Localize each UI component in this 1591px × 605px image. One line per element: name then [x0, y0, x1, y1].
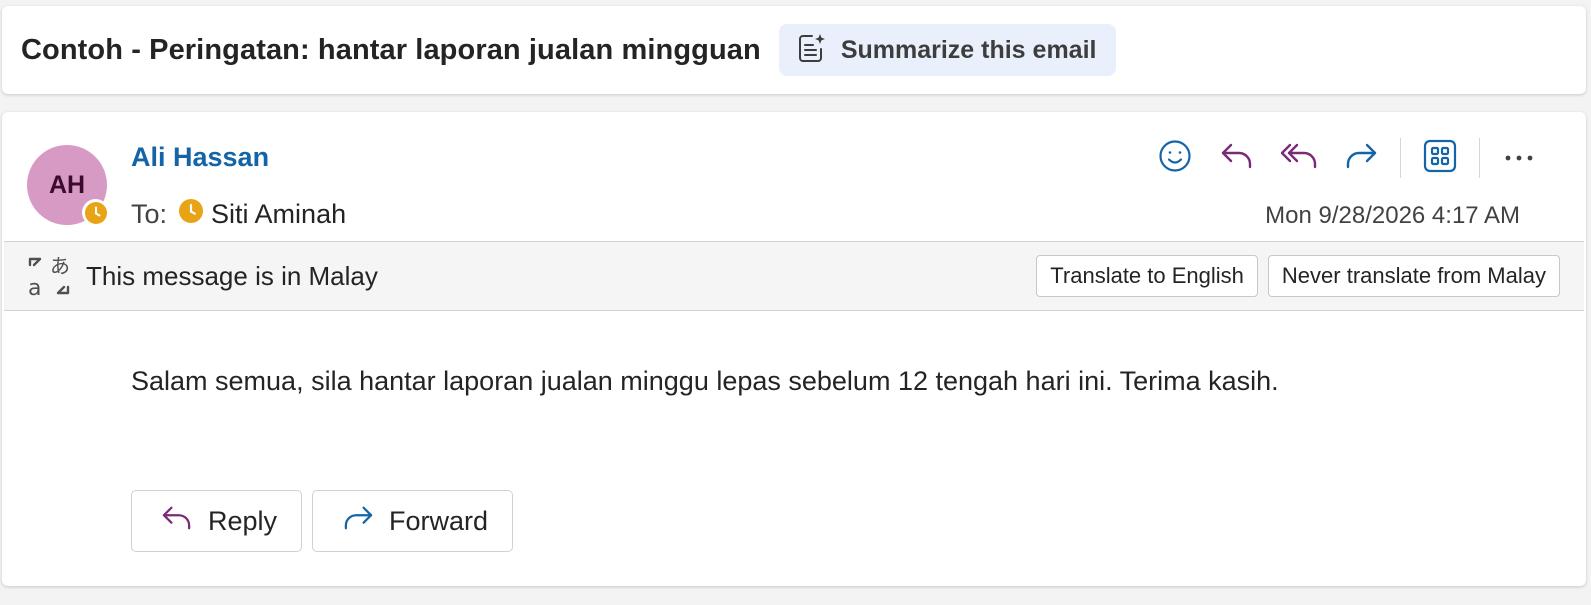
reply-button[interactable] [1214, 136, 1260, 180]
message-body: Salam semua, sila hantar laporan jualan … [131, 366, 1279, 396]
footer-forward-button[interactable]: Forward [312, 490, 514, 552]
presence-away-icon [179, 199, 204, 230]
forward-icon [341, 504, 375, 539]
reply-icon [160, 504, 194, 539]
presence-away-icon [82, 199, 109, 226]
sender-name[interactable]: Ali Hassan [131, 142, 269, 173]
subject-card: Contoh - Peringatan: hantar laporan jual… [2, 6, 1586, 94]
forward-label: Forward [389, 505, 489, 536]
reply-all-icon [1280, 141, 1318, 176]
translation-actions: Translate to English Never translate fro… [1036, 255, 1560, 297]
recipient[interactable]: Siti Aminah [179, 199, 346, 230]
message-card: AH Ali Hassan To: Siti Aminah Mon 9/28/2… [2, 112, 1586, 586]
copilot-summary-icon [795, 32, 827, 69]
translate-icon: あ a [26, 253, 72, 299]
translate-to-english-button[interactable]: Translate to English [1036, 255, 1258, 297]
footer-reply-button[interactable]: Reply [131, 490, 303, 552]
reply-icon [1219, 141, 1255, 176]
recipients-line: To: Siti Aminah [131, 199, 346, 230]
email-subject: Contoh - Peringatan: hantar laporan jual… [21, 33, 761, 66]
forward-icon [1343, 141, 1379, 176]
emoji-icon [1158, 139, 1192, 178]
more-icon [1504, 149, 1534, 167]
message-timestamp: Mon 9/28/2026 4:17 AM [1265, 202, 1520, 229]
translation-bar: あ a This message is in Malay Translate t… [4, 241, 1584, 311]
to-label: To: [131, 199, 168, 229]
svg-text:a: a [28, 276, 41, 299]
apps-button[interactable] [1417, 136, 1463, 180]
translation-message: This message is in Malay [86, 260, 378, 291]
message-actions [1152, 136, 1542, 180]
toolbar-divider [1400, 138, 1401, 178]
footer-actions: Reply Forward [131, 490, 514, 552]
never-translate-button[interactable]: Never translate from Malay [1267, 255, 1560, 297]
more-actions-button[interactable] [1496, 136, 1542, 180]
emoji-reaction-button[interactable] [1152, 136, 1198, 180]
reply-label: Reply [208, 505, 278, 536]
summarize-email-button[interactable]: Summarize this email [778, 24, 1117, 76]
forward-button[interactable] [1338, 136, 1384, 180]
toolbar-divider [1479, 138, 1480, 178]
apps-icon [1423, 139, 1457, 178]
svg-text:あ: あ [50, 254, 70, 278]
reply-all-button[interactable] [1276, 136, 1322, 180]
summarize-label: Summarize this email [840, 35, 1097, 64]
recipient-name: Siti Aminah [211, 199, 347, 229]
